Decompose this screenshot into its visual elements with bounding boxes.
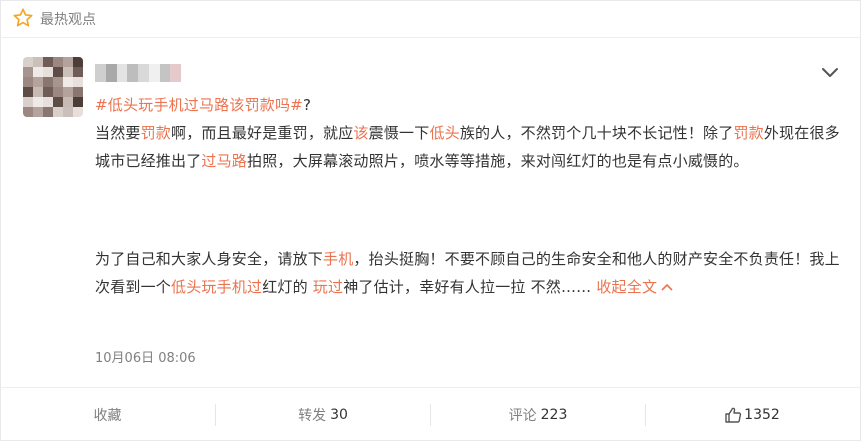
inline-link[interactable]: 罚款 — [141, 124, 171, 142]
hot-opinions-title: 最热观点 — [40, 12, 96, 28]
post-time[interactable]: 10月06日 08:06 — [95, 347, 196, 366]
chevron-up-icon — [661, 283, 673, 291]
repost-button[interactable]: 转发 30 — [216, 388, 430, 441]
collapse-full-text-link[interactable]: 收起全文 — [591, 278, 674, 296]
inline-link[interactable]: 罚款 — [733, 124, 763, 142]
post-text: 红灯的 — [262, 278, 313, 296]
post-text: 拍照，大屏幕滚动照片，喷水等等措施，来对闯红灯的也是有点小威慑的。 — [247, 152, 749, 170]
inline-link[interactable]: 玩过 — [313, 278, 343, 296]
post-paragraph-2: 为了自己和大家人身安全，请放下手机，抬头挺胸！不要不顾自己的生命安全和他人的财产… — [95, 245, 840, 301]
comment-label: 评论 — [508, 407, 537, 424]
chevron-down-icon[interactable] — [820, 66, 840, 80]
post-text: 族的人，不然罚个几十块不长记性！除了 — [459, 124, 734, 142]
hot-opinions-header: 最热观点 — [0, 0, 861, 38]
post-actions-bar: 收藏 转发 30 评论 223 1352 — [0, 387, 861, 441]
post-text: 当然要 — [95, 124, 141, 142]
username-blurred[interactable] — [95, 64, 181, 82]
inline-link[interactable]: 手机 — [323, 250, 353, 268]
inline-link[interactable]: 该 — [353, 124, 368, 142]
repost-label: 转发 — [298, 407, 327, 424]
comment-count: 223 — [540, 406, 568, 423]
like-count: 1352 — [744, 406, 780, 423]
post-text: 啊，而且最好是重罚，就应 — [171, 124, 354, 142]
favorite-label: 收藏 — [93, 407, 122, 424]
thumbs-up-icon — [725, 407, 742, 423]
topic-suffix: ? — [302, 96, 312, 114]
comment-button[interactable]: 评论 223 — [431, 388, 645, 441]
post-paragraph-1: 当然要罚款啊，而且最好是重罚，就应该震慑一下低头族的人，不然罚个几十块不长记性！… — [95, 119, 840, 175]
like-button[interactable]: 1352 — [646, 388, 860, 441]
inline-link[interactable]: 低头玩手机过 — [171, 278, 262, 296]
topic-hashtag-link[interactable]: #低头玩手机过马路该罚款吗# — [95, 96, 303, 114]
inline-link[interactable]: 过马路 — [201, 152, 247, 170]
star-icon — [13, 8, 33, 27]
favorite-button[interactable]: 收藏 — [0, 388, 215, 441]
avatar[interactable] — [23, 57, 83, 117]
post-text: 为了自己和大家人身安全，请放下 — [95, 250, 324, 268]
topic-line: #低头玩手机过马路该罚款吗#? — [95, 91, 840, 119]
repost-count: 30 — [330, 406, 348, 423]
post-text: 震慑一下 — [368, 124, 430, 142]
inline-link[interactable]: 低头 — [429, 124, 459, 142]
post-text: 神了估计，幸好有人拉一拉 不然…… — [343, 278, 592, 296]
